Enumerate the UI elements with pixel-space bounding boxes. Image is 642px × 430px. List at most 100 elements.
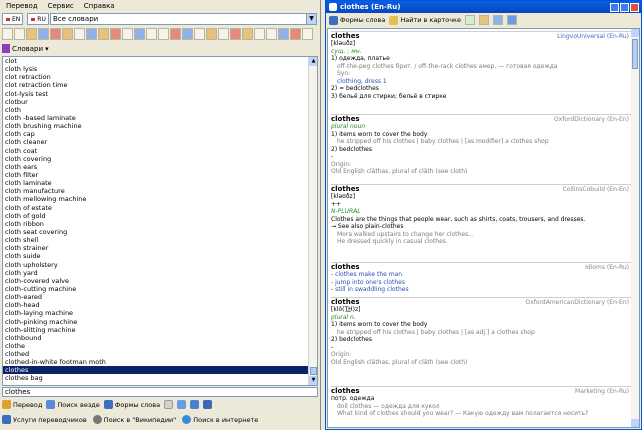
dictionary-name[interactable]: OxfordDictionary (En-En) — [554, 116, 629, 123]
word-list-item[interactable]: clot-lysis test — [3, 90, 317, 98]
edit-icon[interactable] — [164, 400, 174, 409]
word-list-item[interactable]: clothed — [3, 350, 317, 358]
dict-icon[interactable] — [218, 28, 229, 40]
word-list-item[interactable]: clothes — [3, 366, 317, 375]
dict-icon[interactable] — [38, 28, 49, 40]
word-list-item[interactable]: cloth-cutting machine — [3, 285, 317, 293]
menu-service[interactable]: Сервис — [48, 2, 74, 10]
dict-icon[interactable] — [230, 28, 241, 40]
maximize-icon[interactable] — [620, 2, 629, 12]
word-list-item[interactable]: clothes bag — [3, 374, 317, 382]
article-content[interactable]: clothes LingvoUniversal (En-Ru) [kləuðz] су… — [327, 28, 640, 428]
translators-services-button[interactable]: Услуги переводчиков — [2, 415, 87, 424]
article-line[interactable]: - still in swaddling clothes — [331, 286, 631, 294]
dict-icon[interactable] — [62, 28, 73, 40]
dict-icon[interactable] — [110, 28, 121, 40]
dict-icon[interactable] — [134, 28, 145, 40]
word-list-item[interactable]: clot retraction — [3, 73, 317, 81]
dict-icon[interactable] — [302, 28, 313, 40]
dict-icon[interactable] — [170, 28, 181, 40]
dict-icon[interactable] — [50, 28, 61, 40]
word-list[interactable]: clot cloth lysis clot retraction clot retra… — [2, 56, 318, 386]
menu-translate[interactable]: Перевод — [6, 2, 38, 10]
find-in-card-button[interactable]: Найти в карточке — [389, 15, 461, 25]
scroll-thumb[interactable] — [632, 39, 638, 69]
chevron-down-icon[interactable]: ▼ — [306, 14, 316, 24]
close-icon[interactable] — [630, 2, 639, 12]
article-scrollbar[interactable] — [631, 29, 639, 427]
word-list-item[interactable]: cloth yard — [3, 269, 317, 277]
internet-search-button[interactable]: Поиск в интернете — [182, 415, 258, 424]
word-list-item[interactable]: clothbound — [3, 334, 317, 342]
word-list-item[interactable]: cloth-head — [3, 301, 317, 309]
search-input[interactable]: clothes — [2, 387, 318, 397]
word-list-item[interactable]: clotbur — [3, 98, 317, 106]
search-everywhere-button[interactable]: Поиск везде — [46, 400, 100, 409]
lang-from-select[interactable]: EN — [2, 13, 24, 25]
word-list-item[interactable]: cloth mellowing machine — [3, 195, 317, 203]
word-list-item[interactable]: clot — [3, 57, 317, 65]
lang-to-select[interactable]: RU — [27, 13, 49, 25]
scroll-thumb[interactable] — [310, 367, 317, 375]
dict-icon[interactable] — [26, 28, 37, 40]
word-list-item[interactable]: cloth lysis — [3, 65, 317, 73]
dict-icon[interactable] — [98, 28, 109, 40]
dict-icon[interactable] — [74, 28, 85, 40]
word-list-item[interactable]: cloth upholstery — [3, 261, 317, 269]
dictionary-select[interactable]: Все словари ▼ — [50, 13, 317, 25]
dict-icon[interactable] — [242, 28, 253, 40]
dict-icon[interactable] — [266, 28, 277, 40]
scroll-up-icon[interactable] — [631, 29, 639, 37]
word-list-item[interactable]: cloth of gold — [3, 212, 317, 220]
dict-icon[interactable] — [2, 28, 13, 40]
word-list-item[interactable]: cloth-covered valve — [3, 277, 317, 285]
options-icon[interactable] — [506, 15, 517, 25]
sound-icon[interactable] — [464, 15, 475, 25]
word-list-item[interactable]: cloth manufacture — [3, 187, 317, 195]
dict-icon[interactable] — [278, 28, 289, 40]
wikipedia-search-button[interactable]: Поиск в "Википедии" — [92, 415, 176, 424]
word-list-item[interactable]: cloth strainer — [3, 244, 317, 252]
word-list-item[interactable]: cloth — [3, 106, 317, 114]
dictionary-name[interactable]: OxfordAmericanDictionary (En-En) — [526, 299, 630, 306]
word-list-item[interactable]: cloth-laying machine — [3, 309, 317, 317]
word-list-item[interactable]: cloth shell — [3, 236, 317, 244]
dict-icon[interactable] — [254, 28, 265, 40]
delete-icon[interactable] — [190, 400, 200, 409]
word-list-item[interactable]: clothe — [3, 342, 317, 350]
word-list-item[interactable]: cloth-slitting machine — [3, 326, 317, 334]
scrollbar[interactable]: ▲ ▼ — [308, 57, 317, 385]
word-list-item[interactable]: cloth suide — [3, 252, 317, 260]
word-list-item[interactable]: cloth filter — [3, 171, 317, 179]
dict-icon[interactable] — [86, 28, 97, 40]
word-list-item[interactable]: cloth coat — [3, 147, 317, 155]
word-list-item[interactable]: clot retraction time — [3, 81, 317, 89]
export-icon[interactable] — [203, 400, 213, 409]
word-list-item[interactable]: cloth laminate — [3, 179, 317, 187]
dictionary-name[interactable]: LingvoUniversal (En-Ru) — [557, 33, 629, 40]
scroll-up-icon[interactable]: ▲ — [309, 57, 317, 66]
word-forms-button[interactable]: Формы слова — [329, 15, 385, 25]
copy-icon[interactable] — [478, 15, 489, 25]
dict-icon[interactable] — [194, 28, 205, 40]
dict-icon[interactable] — [206, 28, 217, 40]
scroll-down-icon[interactable]: ▼ — [309, 376, 317, 385]
article-line[interactable]: - jump into one's clothes — [331, 279, 631, 287]
word-list-item[interactable]: cloth ribbon — [3, 220, 317, 228]
word-list-item[interactable]: cloth brushing machine — [3, 122, 317, 130]
dictionaries-button[interactable]: Словари ▾ — [2, 43, 49, 54]
word-list-item[interactable]: cloth-pinking machine — [3, 318, 317, 326]
card-icon[interactable] — [177, 400, 187, 409]
dictionary-name[interactable]: Marketing (En-Ru) — [575, 388, 629, 395]
word-list-item[interactable]: cloth covering — [3, 155, 317, 163]
dict-icon[interactable] — [122, 28, 133, 40]
dict-icon[interactable] — [290, 28, 301, 40]
word-list-item[interactable]: cloth seat covering — [3, 228, 317, 236]
word-list-item[interactable]: cloth cleaner — [3, 138, 317, 146]
word-list-item[interactable]: clothed-in-white footman moth — [3, 358, 317, 366]
word-forms-button[interactable]: Формы слова — [103, 400, 160, 409]
word-list-item[interactable]: cloth -based laminate — [3, 114, 317, 122]
article-line[interactable]: - clothes make the man — [331, 271, 631, 279]
dict-icon[interactable] — [182, 28, 193, 40]
translate-button[interactable]: Перевод — [2, 400, 42, 409]
